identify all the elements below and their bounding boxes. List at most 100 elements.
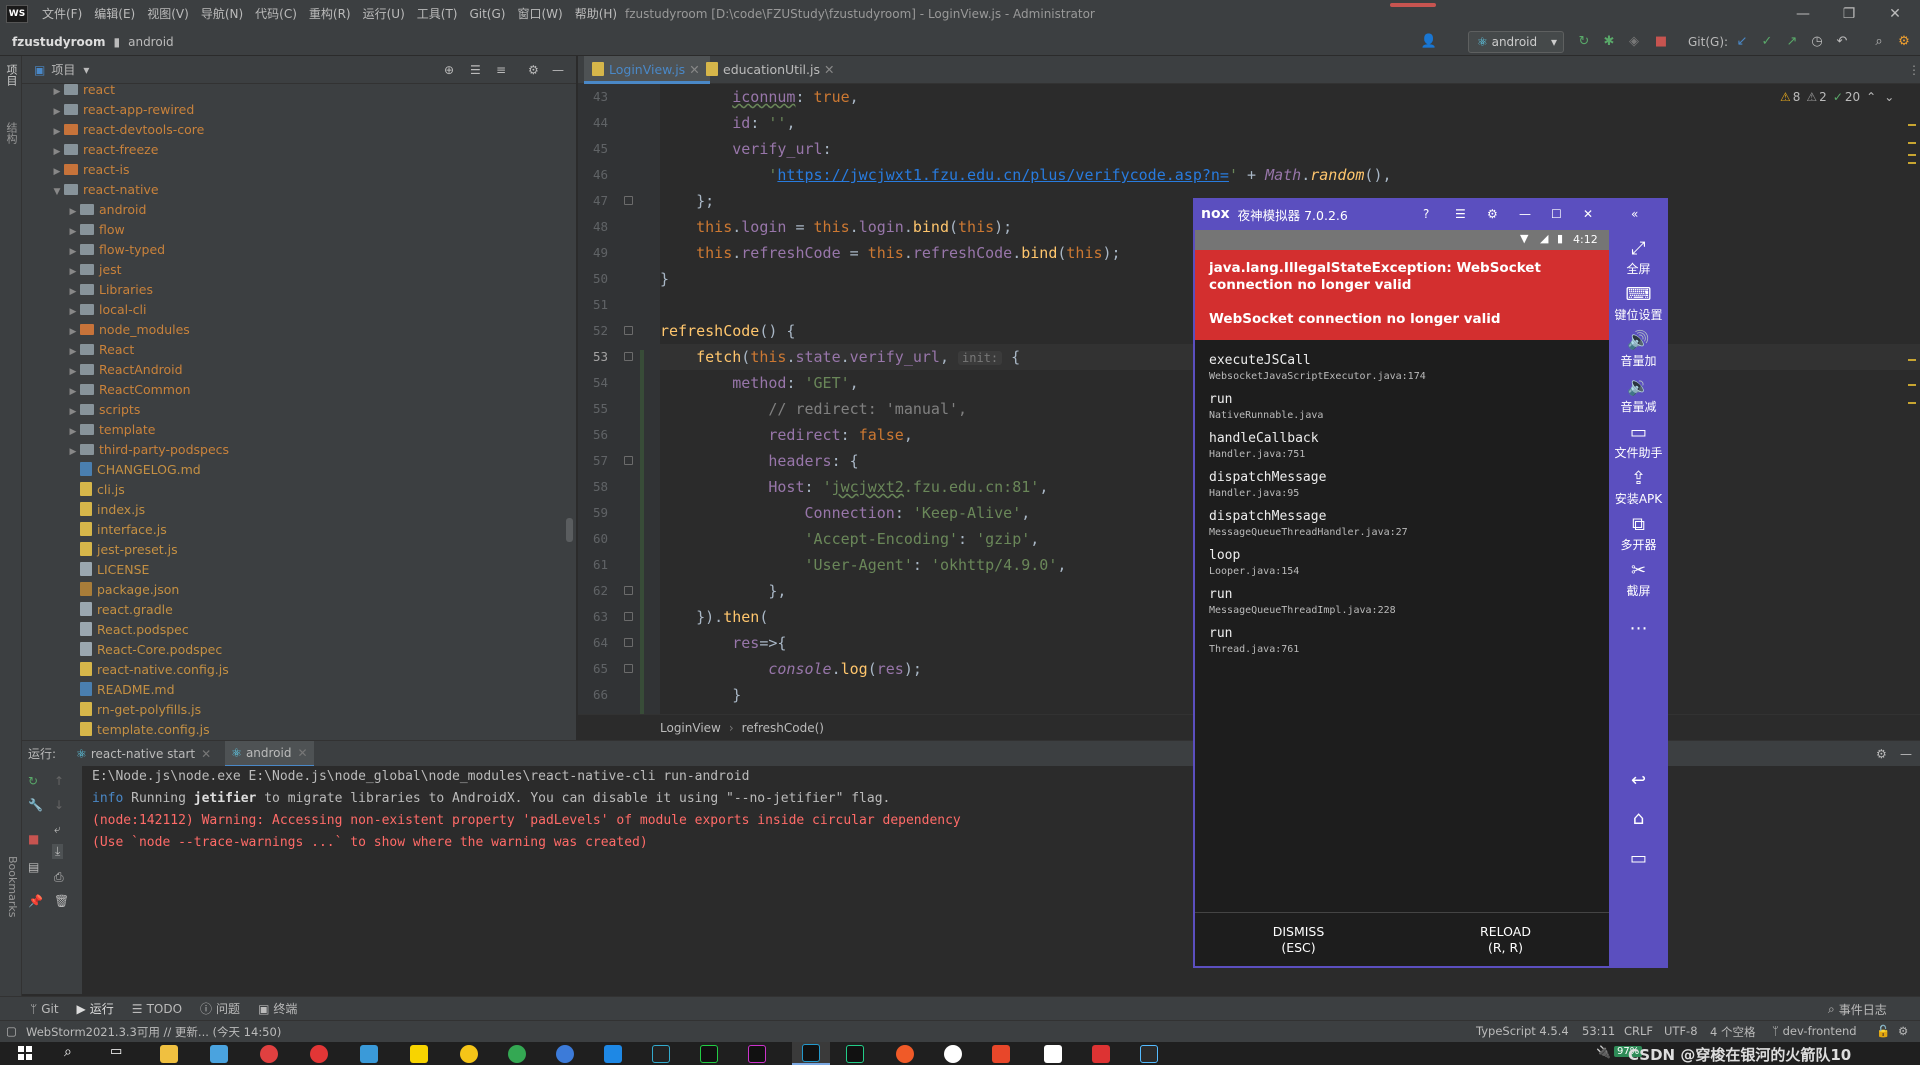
project-panel-title[interactable]: 项目 <box>51 61 75 78</box>
hide-panel-icon[interactable]: — <box>1900 747 1912 761</box>
wps-icon[interactable] <box>1092 1045 1110 1063</box>
windows-start-icon[interactable] <box>18 1046 32 1060</box>
git-update-icon[interactable]: ↙ <box>1733 33 1751 51</box>
xmind-icon[interactable] <box>992 1045 1010 1063</box>
todo-tool-button[interactable]: ☰ TODO <box>132 1002 182 1016</box>
tree-folder[interactable]: ▶ template <box>66 420 156 442</box>
tree-file[interactable]: rn-get-polyfills.js <box>80 700 201 720</box>
minimize-icon[interactable]: — <box>1519 207 1531 221</box>
chevron-right-icon[interactable]: ▶ <box>66 422 80 442</box>
chevron-right-icon[interactable]: ▶ <box>66 442 80 462</box>
tree-folder[interactable]: ▶ local-cli <box>66 300 147 322</box>
fold-marker-icon[interactable] <box>624 638 633 647</box>
tree-file[interactable]: React.podspec <box>80 620 189 640</box>
hide-panel-icon[interactable]: — <box>552 63 564 77</box>
fold-marker-icon[interactable] <box>624 612 633 621</box>
cursor-position[interactable]: 53:11 <box>1582 1024 1615 1038</box>
tree-folder[interactable]: ▶ react <box>50 84 115 100</box>
tree-file[interactable]: LICENSE <box>80 560 149 580</box>
problems-tool-button[interactable]: ⓘ 问题 <box>200 1000 240 1017</box>
chevron-right-icon[interactable]: ▶ <box>66 262 80 282</box>
tree-folder[interactable]: ▶ android <box>66 200 147 222</box>
fold-marker-icon[interactable] <box>624 196 633 205</box>
maximize-icon[interactable]: ☐ <box>1551 207 1562 221</box>
tree-file[interactable]: cli.js <box>80 480 125 500</box>
trash-icon[interactable]: 🗑 <box>54 894 69 908</box>
nox-tool-install-apk[interactable]: ⇪ 安装APK <box>1609 468 1668 507</box>
git-branch[interactable]: ᛘ dev-frontend <box>1772 1024 1857 1038</box>
nox-tool-volume-up[interactable]: 🔊 音量加 <box>1609 330 1668 369</box>
fold-marker-icon[interactable] <box>624 352 633 361</box>
rollback-icon[interactable]: ↶ <box>1833 33 1851 51</box>
rerun-icon[interactable]: ↻ <box>28 774 38 788</box>
back-icon[interactable]: ↩ <box>1609 770 1668 791</box>
chevron-right-icon[interactable]: ▶ <box>50 122 64 142</box>
settings-update-icon[interactable]: ⚙ <box>1895 33 1913 51</box>
chevron-right-icon[interactable]: ▶ <box>66 322 80 342</box>
error-stripe[interactable] <box>1908 154 1916 156</box>
close-tab-icon[interactable]: ✕ <box>824 62 834 77</box>
git-tool-button[interactable]: ᛘ Git <box>30 1002 59 1016</box>
expand-all-icon[interactable]: ☰ <box>470 63 481 77</box>
menu-item[interactable]: 帮助(H) <box>569 0 623 28</box>
chevron-right-icon[interactable]: ▶ <box>50 142 64 162</box>
nox-tool-file-assistant[interactable]: ▭ 文件助手 <box>1609 422 1668 461</box>
app-icon[interactable] <box>210 1045 228 1063</box>
menu-item[interactable]: 运行(U) <box>357 0 411 28</box>
menu-item[interactable]: 导航(N) <box>195 0 249 28</box>
tree-file[interactable]: template.config.js <box>80 720 210 740</box>
tree-file[interactable]: interface.js <box>80 520 167 540</box>
lock-icon[interactable]: 🔓 <box>1876 1024 1890 1038</box>
app-icon[interactable] <box>360 1045 378 1063</box>
user-icon[interactable]: 👤 <box>1420 33 1438 51</box>
tree-scrollbar[interactable] <box>566 518 573 542</box>
nox-tool-fullscreen[interactable]: ⤢ 全屏 <box>1609 238 1668 277</box>
event-log-button[interactable]: ⌕ 事件日志 <box>1828 1001 1887 1018</box>
arrow-down-icon[interactable]: ↓ <box>54 798 64 812</box>
menu-item[interactable]: 编辑(E) <box>88 0 141 28</box>
print-icon[interactable]: ⎙ <box>54 870 64 885</box>
tab-menu-icon[interactable]: ⋮ <box>1908 63 1920 77</box>
task-view-icon[interactable]: ▭ <box>110 1044 122 1059</box>
vscode-icon[interactable] <box>604 1045 622 1063</box>
tree-folder[interactable]: ▶ scripts <box>66 400 141 420</box>
error-stripe[interactable] <box>1908 142 1916 144</box>
webstorm-taskbar-active[interactable] <box>792 1042 830 1065</box>
debug-icon[interactable]: ✱ <box>1600 33 1618 51</box>
collapse-sidebar-icon[interactable]: « <box>1631 207 1638 221</box>
menu-item[interactable]: Git(G) <box>463 0 511 28</box>
tree-folder[interactable]: ▶ React <box>66 340 135 362</box>
git-commit-icon[interactable]: ✓ <box>1758 33 1776 51</box>
wrench-icon[interactable]: 🔧 <box>28 798 43 812</box>
tab-educationutil[interactable]: educationUtil.js ✕ <box>698 56 844 84</box>
menu-item[interactable]: 文件(F) <box>36 0 88 28</box>
tree-folder[interactable]: ▶ react-is <box>50 160 130 182</box>
fold-marker-icon[interactable] <box>624 586 633 595</box>
reload-button[interactable]: RELOAD (R, R) <box>1402 924 1609 956</box>
nox-tool-multi-instance[interactable]: ⧉ 多开器 <box>1609 514 1668 553</box>
tree-folder[interactable]: ▶ flow-typed <box>66 240 166 262</box>
chevron-right-icon[interactable]: ▶ <box>66 342 80 362</box>
locate-icon[interactable]: ⊕ <box>444 63 454 77</box>
structure-tool-label[interactable]: 结构 <box>3 122 19 144</box>
run-tab-metro[interactable]: ⚛ react-native start ✕ <box>70 741 217 767</box>
sticky-notes-icon[interactable] <box>410 1045 428 1063</box>
chevron-right-icon[interactable]: ▶ <box>66 242 80 262</box>
chevron-right-icon[interactable]: ▶ <box>66 302 80 322</box>
chevron-right-icon[interactable]: ▶ <box>50 162 64 182</box>
chevron-right-icon[interactable]: ▶ <box>66 202 80 222</box>
chevron-down-icon[interactable]: ⌄ <box>1884 90 1894 104</box>
stack-frame[interactable]: dispatchMessage Handler.java:95 <box>1209 469 1326 501</box>
tree-file[interactable]: package.json <box>80 580 179 600</box>
chevron-up-icon[interactable]: ⌃ <box>1866 90 1876 104</box>
tree-folder[interactable]: ▶ react-freeze <box>50 140 159 162</box>
breadcrumb-folder[interactable]: android <box>124 28 178 56</box>
tree-file[interactable]: index.js <box>80 500 145 520</box>
plug-icon[interactable]: 🔌 <box>1596 1045 1611 1059</box>
error-stripe[interactable] <box>1908 124 1916 126</box>
soft-wrap-icon[interactable]: ⤶ <box>54 822 61 837</box>
star-app-icon[interactable] <box>460 1045 478 1063</box>
menu-item[interactable]: 视图(V) <box>141 0 195 28</box>
gear-icon[interactable]: ⚙ <box>528 63 539 77</box>
stop-icon[interactable]: ■ <box>1652 33 1670 51</box>
